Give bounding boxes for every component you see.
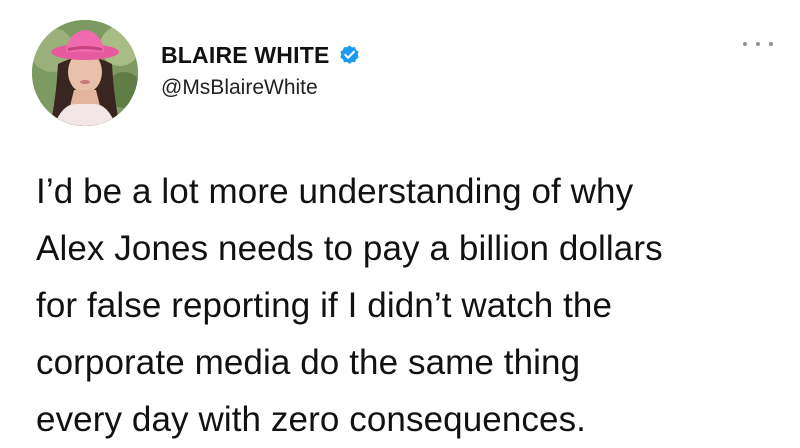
tweet-text-line: every day with zero consequences. xyxy=(36,400,586,439)
tweet-text: I’d be a lot more understanding of why A… xyxy=(36,163,796,448)
more-dot xyxy=(769,42,773,46)
author-handle[interactable]: @MsBlaireWhite xyxy=(161,76,318,100)
tweet-text-line: I’d be a lot more understanding of why xyxy=(36,172,634,211)
author-name-row[interactable]: BLAIRE WHITE xyxy=(161,38,361,72)
tweet-text-line: Alex Jones needs to pay a billion dollar… xyxy=(36,229,663,268)
avatar-photo xyxy=(32,20,138,126)
author-display-name[interactable]: BLAIRE WHITE xyxy=(161,42,330,69)
tweet-card: BLAIRE WHITE @MsBlaireWhite I’d be a lot… xyxy=(0,0,800,443)
more-horizontal-icon[interactable] xyxy=(743,38,773,50)
tweet-text-line: corporate media do the same thing xyxy=(36,343,581,382)
more-dot xyxy=(743,42,747,46)
more-dot xyxy=(756,42,760,46)
tweet-text-line: for false reporting if I didn’t watch th… xyxy=(36,286,613,325)
author-avatar[interactable] xyxy=(32,20,138,126)
verified-badge-icon xyxy=(338,44,361,67)
